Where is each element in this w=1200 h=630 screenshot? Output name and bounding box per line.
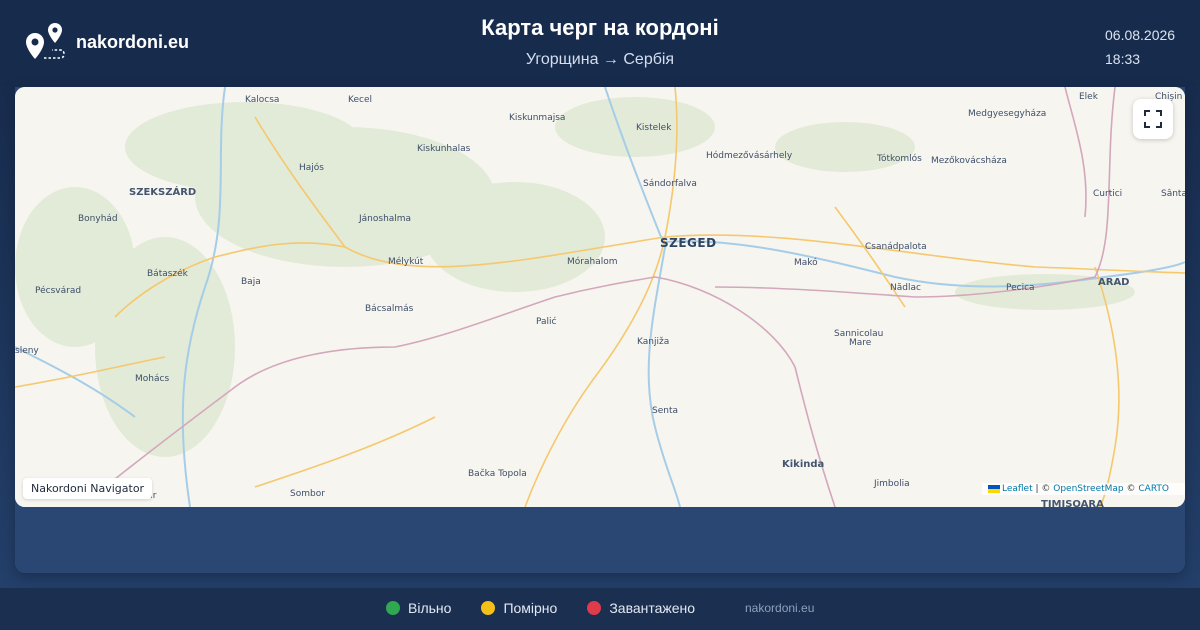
map-view[interactable]: Kalocsa Kecel Kiskunmajsa Kistelek Elek … xyxy=(15,87,1185,507)
city-label: Makó xyxy=(794,258,818,268)
city-label: Sándorfalva xyxy=(643,179,697,189)
city-label: ARAD xyxy=(1098,277,1130,288)
attribution-sep: | © xyxy=(1032,484,1054,494)
attribution-sep: © xyxy=(1123,484,1139,494)
city-label: Elek xyxy=(1079,92,1098,102)
city-label: sleny xyxy=(15,346,39,356)
legend-label: Завантажено xyxy=(609,600,696,616)
city-label: Bácsalmás xyxy=(365,304,414,314)
city-label: SZEGED xyxy=(660,236,717,250)
city-label: Jánoshalma xyxy=(359,214,412,224)
city-label: Senta xyxy=(652,406,678,416)
city-label: Sombor xyxy=(290,489,325,499)
city-label: Sânta xyxy=(1161,189,1185,199)
city-label: Mórahalom xyxy=(567,257,618,267)
city-label: Baja xyxy=(241,277,261,287)
status-dot xyxy=(587,601,602,615)
city-label: Bačka Topola xyxy=(468,469,527,479)
carto-link[interactable]: CARTO xyxy=(1138,484,1169,494)
city-label: Nădlac xyxy=(890,283,921,293)
header: nakordoni.eu Карта черг на кордоні Угорщ… xyxy=(0,0,1200,86)
city-label: Kistelek xyxy=(636,123,672,133)
city-label: SZEKSZÁRD xyxy=(129,187,197,198)
navigator-badge[interactable]: Nakordoni Navigator xyxy=(23,478,153,499)
route-subtitle: Угорщина → Сербія xyxy=(525,51,675,68)
city-label: Medgyesegyháza xyxy=(968,109,1047,119)
legend: Вільно Помірно Завантажено xyxy=(386,600,725,616)
city-label: Kalocsa xyxy=(245,95,280,105)
city-label: Pecica xyxy=(1006,283,1035,293)
city-label: Hódmezővásárhely xyxy=(706,151,793,161)
city-label: Mélykút xyxy=(388,257,424,267)
city-label: Kecel xyxy=(348,95,372,105)
fullscreen-icon xyxy=(1144,110,1162,128)
status-dot xyxy=(481,601,496,615)
city-label: Kiskunmajsa xyxy=(509,113,566,123)
legend-item-busy: Завантажено xyxy=(587,600,695,616)
fullscreen-button[interactable] xyxy=(1133,99,1173,139)
city-label: TIMIȘOARA xyxy=(1041,499,1104,507)
city-label: Tótkomlós xyxy=(877,154,922,164)
city-label: Palić xyxy=(536,317,557,327)
city-label: Kiskunhalas xyxy=(417,144,471,154)
city-label: Pécsvárad xyxy=(35,286,82,296)
page-title: Карта черг на кордоні xyxy=(481,15,719,40)
city-label: Curtici xyxy=(1093,189,1123,199)
time-text: 18:33 xyxy=(1105,51,1141,67)
footer-site[interactable]: nakordoni.eu xyxy=(745,601,814,615)
city-label: Bonyhád xyxy=(78,214,118,224)
legend-label: Помірно xyxy=(503,600,558,616)
city-label: Kanjiža xyxy=(637,337,670,347)
city-label: Mohács xyxy=(135,374,170,384)
city-label: Hajós xyxy=(299,163,324,173)
city-label: Bátaszék xyxy=(147,269,188,279)
city-label: Jimbolia xyxy=(874,479,910,489)
city-label: Mare xyxy=(849,338,872,348)
ukraine-flag-icon xyxy=(987,484,1000,493)
footer: Вільно Помірно Завантажено nakordoni.eu xyxy=(0,588,1200,630)
osm-link[interactable]: OpenStreetMap xyxy=(1053,484,1123,494)
map-attribution: Leaflet | © OpenStreetMap © CARTO xyxy=(981,483,1185,495)
legend-item-free: Вільно xyxy=(386,600,451,616)
city-label: Kikinda xyxy=(782,459,825,470)
status-dot xyxy=(386,601,400,615)
legend-item-moderate: Помірно xyxy=(481,600,557,616)
title-block: Карта черг на кордоні Угорщина → Сербія xyxy=(0,15,1200,69)
city-label: Csanádpalota xyxy=(865,242,927,252)
basemap xyxy=(15,87,1185,507)
date-text: 06.08.2026 xyxy=(1105,27,1176,43)
city-label: Mezőkovácsháza xyxy=(931,156,1007,166)
datetime: 06.08.2026 18:33 xyxy=(1105,23,1175,71)
leaflet-link[interactable]: Leaflet xyxy=(1002,484,1033,494)
legend-label: Вільно xyxy=(408,600,452,616)
